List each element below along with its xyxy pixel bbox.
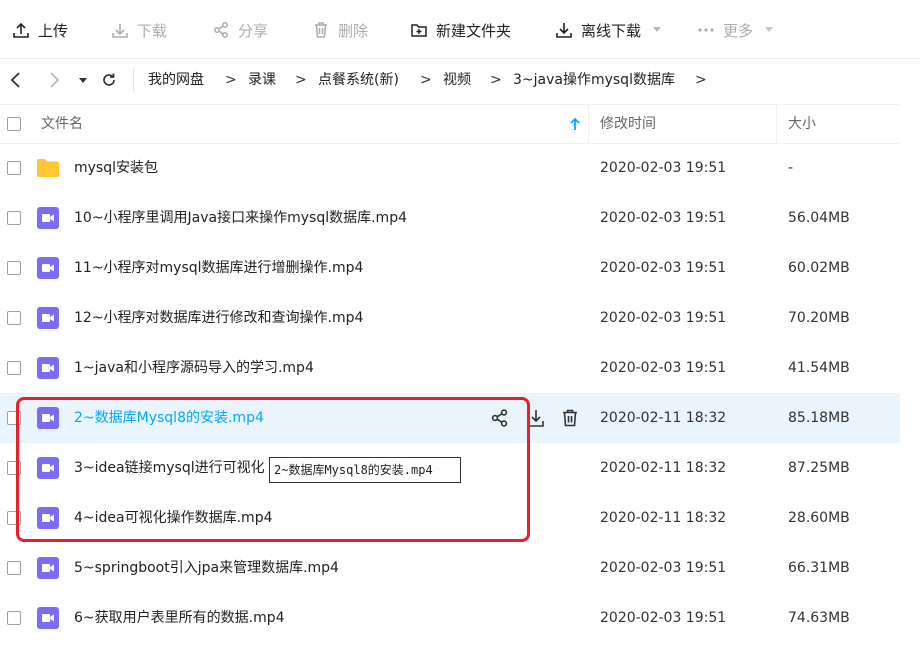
select-all-checkbox[interactable] xyxy=(7,117,21,131)
breadcrumb-item-2[interactable]: 点餐系统(新) xyxy=(318,70,399,90)
highlight-annotation-box xyxy=(16,397,530,542)
file-name[interactable]: 12~小程序对数据库进行修改和查询操作.mp4 xyxy=(74,308,363,328)
file-size: - xyxy=(788,160,794,176)
file-row[interactable]: 12~小程序对数据库进行修改和查询操作.mp4 2020-02-03 19:51… xyxy=(0,293,900,343)
file-row[interactable]: 6~获取用户表里所有的数据.mp4 2020-02-03 19:51 74.63… xyxy=(0,593,900,643)
delete-label: 删除 xyxy=(338,21,369,40)
file-modified-time: 2020-02-03 19:51 xyxy=(600,210,727,226)
forward-icon[interactable] xyxy=(46,68,62,92)
chevron-down-icon xyxy=(765,27,774,32)
file-size: 74.63MB xyxy=(788,610,850,626)
column-header-name[interactable]: 文件名 xyxy=(41,115,83,133)
new-folder-button[interactable]: 新建文件夹 xyxy=(410,18,511,42)
row-delete-icon[interactable] xyxy=(560,408,580,428)
breadcrumb-separator: > xyxy=(695,72,707,88)
more-icon xyxy=(698,28,714,32)
breadcrumb-separator: > xyxy=(420,72,432,88)
file-size: 56.04MB xyxy=(788,210,850,226)
folder-icon xyxy=(37,159,59,177)
file-modified-time: 2020-02-11 18:32 xyxy=(600,410,727,426)
offline-download-button[interactable]: 离线下载 xyxy=(555,18,675,42)
video-file-icon xyxy=(37,607,59,629)
file-name[interactable]: 11~小程序对mysql数据库进行增删操作.mp4 xyxy=(74,258,363,278)
file-size: 70.20MB xyxy=(788,310,850,326)
back-icon[interactable] xyxy=(8,68,24,92)
download-label: 下载 xyxy=(137,21,168,40)
video-file-icon xyxy=(37,307,59,329)
file-modified-time: 2020-02-03 19:51 xyxy=(600,360,727,376)
file-modified-time: 2020-02-03 19:51 xyxy=(600,310,727,326)
share-button[interactable]: 分享 xyxy=(212,18,268,42)
trash-icon xyxy=(315,22,327,38)
file-row[interactable]: mysql安装包 2020-02-03 19:51 - xyxy=(0,143,900,193)
breadcrumb-item-3[interactable]: 视频 xyxy=(443,70,471,90)
more-label: 更多 xyxy=(723,21,754,40)
video-file-icon xyxy=(37,257,59,279)
file-size: 41.54MB xyxy=(788,360,850,376)
file-modified-time: 2020-02-11 18:32 xyxy=(600,460,727,476)
file-row[interactable]: 11~小程序对mysql数据库进行增删操作.mp4 2020-02-03 19:… xyxy=(0,243,900,293)
column-header-size[interactable]: 大小 xyxy=(788,115,816,133)
breadcrumb-separator: > xyxy=(295,72,307,88)
row-checkbox[interactable] xyxy=(7,261,21,275)
row-checkbox[interactable] xyxy=(7,311,21,325)
upload-icon xyxy=(13,22,29,38)
file-list-header: 文件名 修改时间 大小 xyxy=(0,104,900,144)
more-button[interactable]: 更多 xyxy=(697,18,787,42)
file-modified-time: 2020-02-03 19:51 xyxy=(600,260,727,276)
toolbar: 上传 下载 分享 删除 新建文件夹 离线下载 更多 xyxy=(0,0,920,59)
breadcrumb-separator: > xyxy=(490,72,502,88)
row-checkbox[interactable] xyxy=(7,561,21,575)
file-row[interactable]: 1~java和小程序源码导入的学习.mp4 2020-02-03 19:51 4… xyxy=(0,343,900,393)
new-folder-icon xyxy=(411,24,427,37)
file-name[interactable]: 10~小程序里调用Java接口来操作mysql数据库.mp4 xyxy=(74,208,407,228)
file-modified-time: 2020-02-03 19:51 xyxy=(600,160,727,176)
file-row[interactable]: 10~小程序里调用Java接口来操作mysql数据库.mp4 2020-02-0… xyxy=(0,193,900,243)
row-checkbox[interactable] xyxy=(7,611,21,625)
breadcrumb-item-1[interactable]: 录课 xyxy=(248,70,276,90)
row-checkbox[interactable] xyxy=(7,161,21,175)
sort-ascending-icon[interactable] xyxy=(569,117,581,131)
breadcrumb-item-4[interactable]: 3~java操作mysql数据库 xyxy=(513,70,675,90)
new-folder-label: 新建文件夹 xyxy=(436,21,512,40)
column-header-modified[interactable]: 修改时间 xyxy=(600,115,656,133)
row-checkbox[interactable] xyxy=(7,361,21,375)
download-button[interactable]: 下载 xyxy=(111,18,167,42)
row-checkbox[interactable] xyxy=(7,211,21,225)
file-name[interactable]: 1~java和小程序源码导入的学习.mp4 xyxy=(74,358,314,378)
file-size: 66.31MB xyxy=(788,560,850,576)
column-divider xyxy=(776,105,777,143)
offline-download-label: 离线下载 xyxy=(581,21,642,40)
delete-button[interactable]: 删除 xyxy=(312,18,368,42)
share-label: 分享 xyxy=(238,21,269,40)
column-divider xyxy=(588,105,589,143)
upload-label: 上传 xyxy=(38,21,69,40)
file-name[interactable]: 5~springboot引入jpa来管理数据库.mp4 xyxy=(74,558,339,578)
file-size: 87.25MB xyxy=(788,460,850,476)
offline-download-icon xyxy=(556,23,572,38)
refresh-icon[interactable] xyxy=(100,68,118,92)
video-file-icon xyxy=(37,357,59,379)
video-file-icon xyxy=(37,207,59,229)
file-modified-time: 2020-02-03 19:51 xyxy=(600,560,727,576)
file-size: 28.60MB xyxy=(788,510,850,526)
file-name[interactable]: mysql安装包 xyxy=(74,158,158,178)
file-modified-time: 2020-02-11 18:32 xyxy=(600,510,727,526)
breadcrumb-separator: > xyxy=(225,72,237,88)
upload-button[interactable]: 上传 xyxy=(12,18,68,42)
video-file-icon xyxy=(37,557,59,579)
file-name[interactable]: 6~获取用户表里所有的数据.mp4 xyxy=(74,608,285,628)
chevron-down-icon xyxy=(653,27,662,32)
share-icon xyxy=(214,22,228,38)
breadcrumb-item-0[interactable]: 我的网盘 xyxy=(148,70,204,90)
file-size: 60.02MB xyxy=(788,260,850,276)
file-size: 85.18MB xyxy=(788,410,850,426)
history-dropdown-icon[interactable] xyxy=(77,68,89,92)
file-modified-time: 2020-02-03 19:51 xyxy=(600,610,727,626)
breadcrumb-divider xyxy=(133,68,134,92)
file-row[interactable]: 5~springboot引入jpa来管理数据库.mp4 2020-02-03 1… xyxy=(0,543,900,593)
download-icon xyxy=(112,24,128,38)
